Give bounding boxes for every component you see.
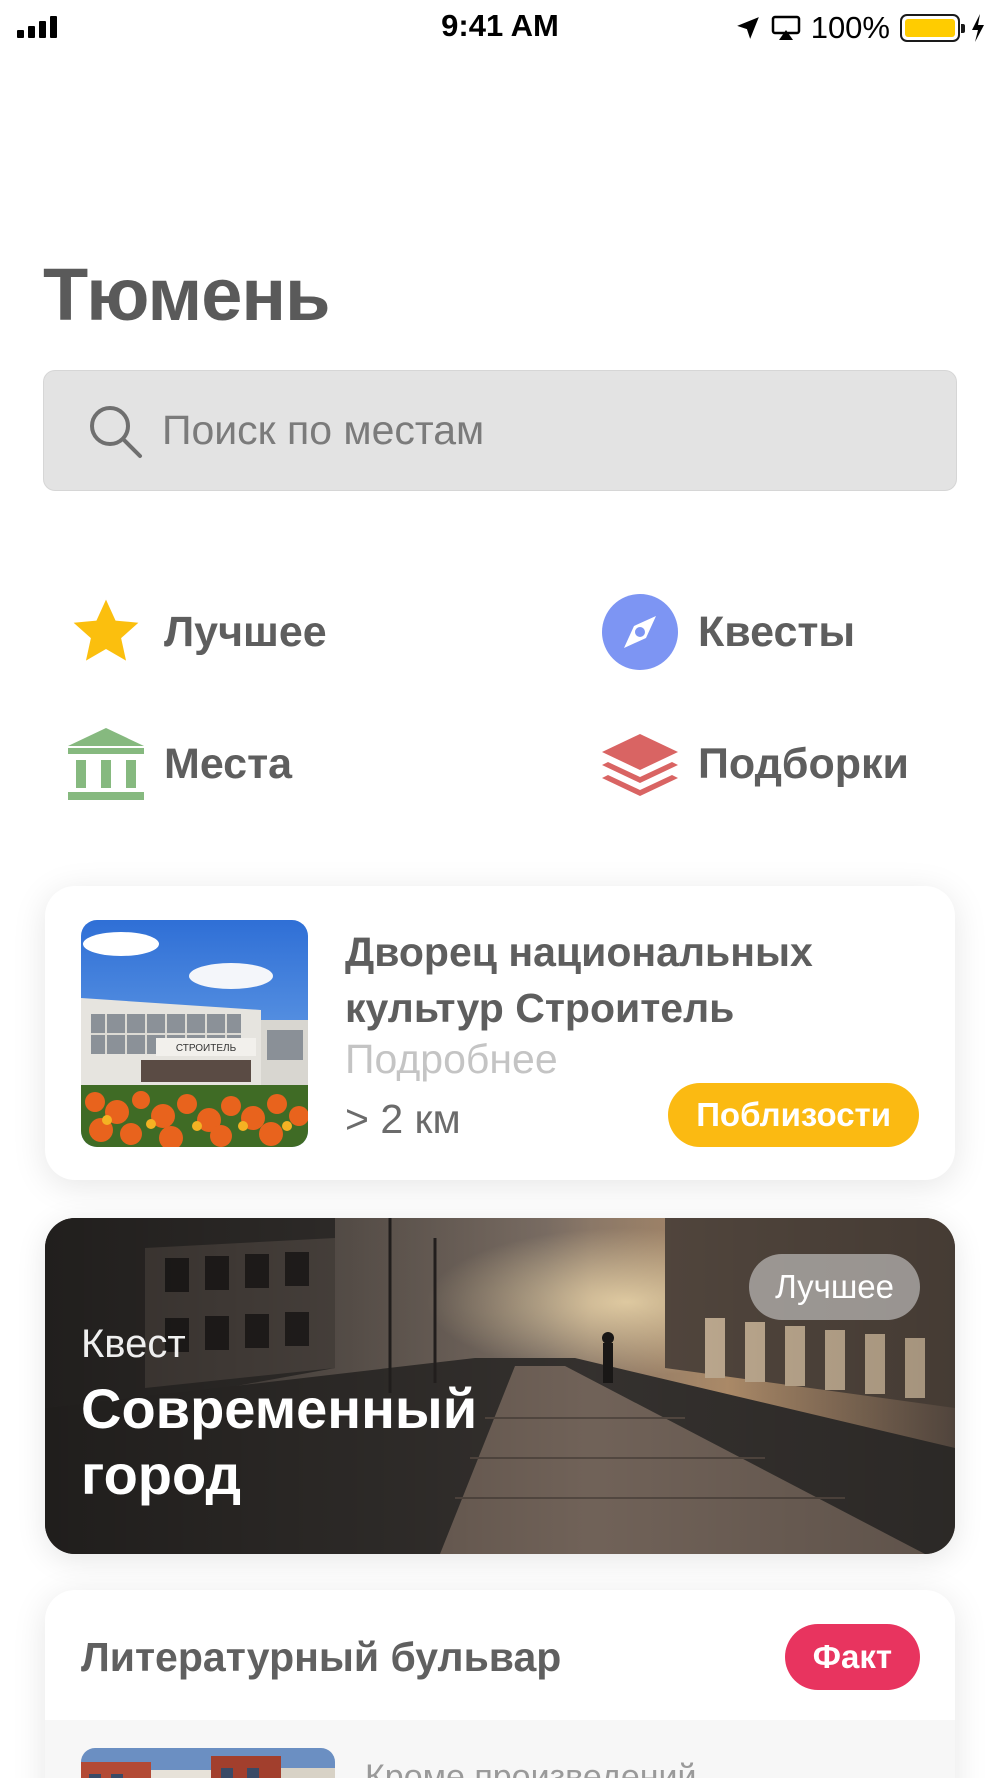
nearby-badge: Поблизости (668, 1083, 919, 1147)
status-right: 100% (735, 8, 986, 48)
quest-title: Современный город (81, 1377, 478, 1506)
category-collections[interactable]: Подборки (602, 724, 909, 804)
airplay-icon (771, 15, 800, 40)
search-input[interactable] (162, 407, 922, 454)
category-places[interactable]: Места (68, 724, 292, 804)
search-bar[interactable] (43, 370, 957, 491)
fact-text: Кроме произведений (365, 1758, 697, 1778)
place-more-link[interactable]: Подробнее (345, 1036, 558, 1083)
category-collections-label: Подборки (698, 739, 909, 788)
fact-body: Кроме произведений (45, 1720, 955, 1778)
compass-icon (602, 594, 678, 670)
place-thumbnail: СТРОИТЕЛЬ (81, 920, 308, 1147)
quest-kind-label: Квест (81, 1322, 186, 1366)
place-card[interactable]: СТРОИТЕЛЬ Дворец национальных культур Ст… (45, 886, 955, 1180)
place-distance: > 2 км (345, 1096, 461, 1142)
battery-icon (900, 14, 965, 42)
place-title: Дворец национальных культур Строитель (345, 929, 813, 1031)
category-quests-label: Квесты (698, 607, 856, 656)
charging-bolt-icon (972, 14, 984, 42)
quest-card[interactable]: Лучшее Квест Современный город (45, 1218, 955, 1554)
category-best-label: Лучшее (164, 607, 327, 656)
fact-thumbnail (81, 1748, 335, 1778)
star-icon (68, 594, 144, 670)
status-bar: 9:41 AM 100% (0, 0, 1000, 58)
fact-card[interactable]: Литературный бульвар Факт Кроме произвед… (45, 1590, 955, 1778)
layers-icon (602, 726, 678, 802)
category-best[interactable]: Лучшее (68, 592, 327, 672)
museum-icon (68, 726, 144, 802)
category-places-label: Места (164, 739, 293, 788)
battery-percent: 100% (810, 10, 890, 45)
fact-title: Литературный бульвар (81, 1634, 562, 1680)
page-title: Тюмень (43, 253, 331, 336)
fact-badge: Факт (784, 1624, 920, 1690)
location-arrow-icon (736, 17, 759, 39)
category-quests[interactable]: Квесты (602, 592, 855, 672)
building-sign: СТРОИТЕЛЬ (176, 1043, 237, 1054)
best-badge: Лучшее (749, 1254, 920, 1320)
search-icon (90, 405, 142, 458)
